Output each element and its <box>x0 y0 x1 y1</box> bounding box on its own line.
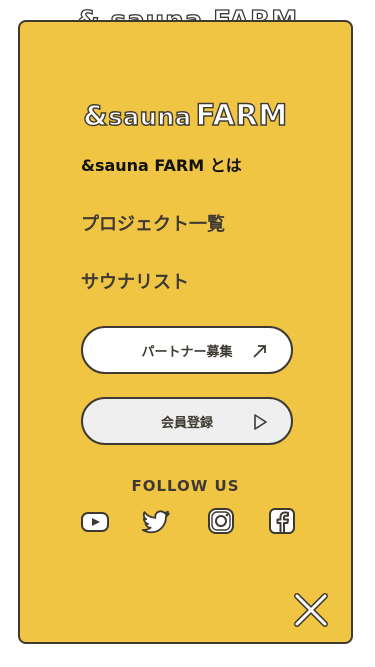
facebook-icon[interactable] <box>267 508 297 536</box>
partner-recruit-label: パートナー募集 <box>141 344 233 360</box>
social-links <box>80 508 296 538</box>
close-icon[interactable] <box>293 592 329 628</box>
play-triangle-icon <box>254 414 267 430</box>
arrow-up-right-icon <box>253 345 266 358</box>
youtube-icon[interactable] <box>80 508 110 536</box>
menu-panel: &sauna FARM &sauna FARM とは プロジェクト一覧 サウナリス… <box>18 20 353 644</box>
follow-us-label: FOLLOW US <box>131 477 240 495</box>
logo-amp: & <box>83 98 109 132</box>
logo-farm: FARM <box>195 97 288 132</box>
twitter-icon[interactable] <box>141 508 171 536</box>
nav-item-projects[interactable]: プロジェクト一覧 <box>81 210 225 236</box>
partner-recruit-button[interactable]: パートナー募集 <box>81 326 293 374</box>
instagram-icon[interactable] <box>206 508 236 536</box>
member-register-label: 会員登録 <box>160 415 213 431</box>
logo-sauna: sauna <box>108 102 192 131</box>
nav-item-about[interactable]: &sauna FARM とは <box>81 152 242 176</box>
member-register-button[interactable]: 会員登録 <box>81 397 293 445</box>
site-logo[interactable]: &sauna FARM <box>20 97 351 132</box>
nav-item-saunalist[interactable]: サウナリスト <box>81 268 189 294</box>
